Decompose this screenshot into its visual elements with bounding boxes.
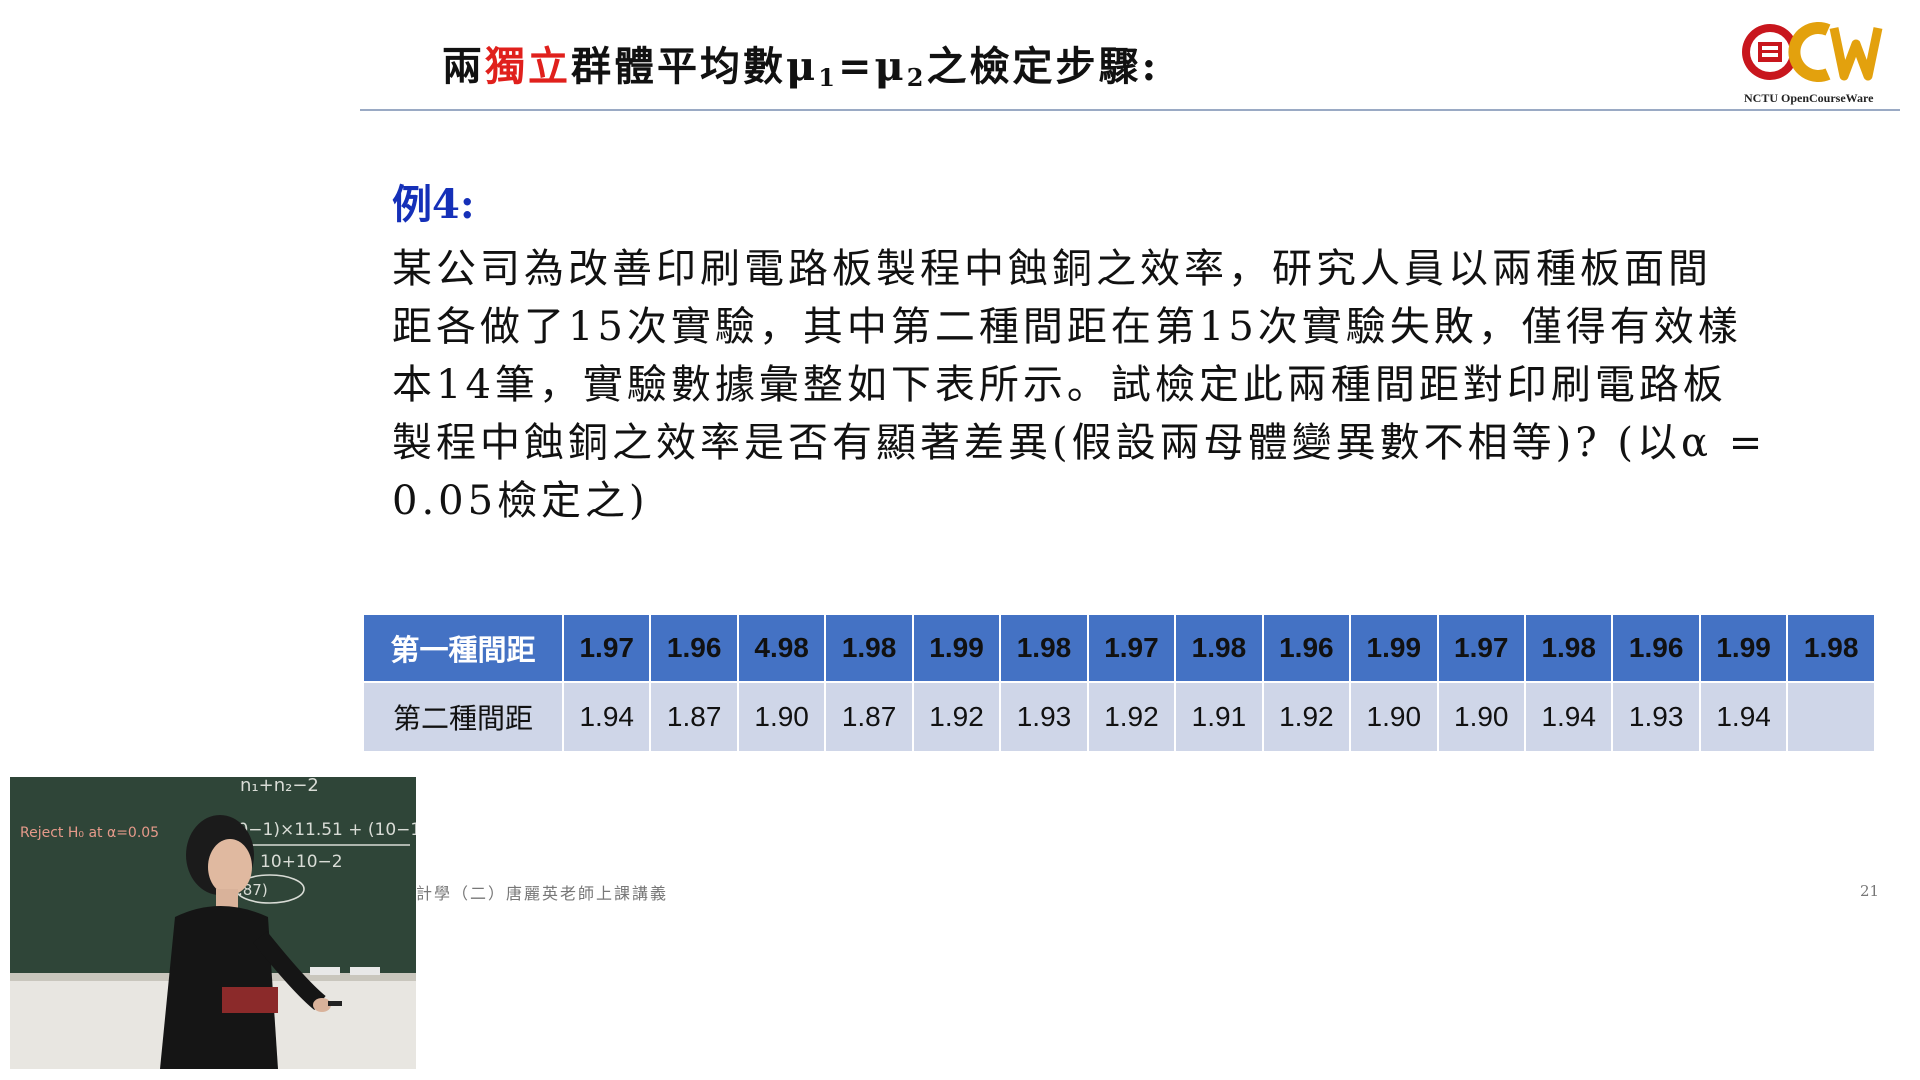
text-line: 0.05檢定之) — [392, 478, 649, 524]
row-label: 第二種間距 — [362, 681, 564, 753]
table-cell: 1.90 — [736, 681, 827, 753]
text-line: 距各做了15次實驗，其中第二種間距在第15次實驗失敗，僅得有效樣 — [392, 304, 1742, 350]
table-cell: 1.90 — [1436, 681, 1526, 753]
lecturer-belt — [222, 987, 278, 1013]
table-cell: 1.96 — [1261, 613, 1352, 683]
row-label: 第一種間距 — [362, 613, 564, 683]
board-text: n₁+n₂−2 — [240, 777, 319, 796]
table-cell: 1.94 — [561, 681, 652, 753]
table-cell: 1.96 — [649, 613, 739, 683]
table-cell: 4.98 — [736, 613, 827, 683]
slide-title: 兩獨立群體平均數μ1=μ2之檢定步驟: — [442, 43, 1160, 92]
table-cell — [1786, 681, 1876, 753]
table-cell: 1.99 — [1349, 613, 1439, 683]
table-cell: 1.99 — [911, 613, 1002, 683]
problem-text: 某公司為改善印刷電路板製程中蝕銅之效率，研究人員以兩種板面間 距各做了15次實驗… — [392, 240, 1852, 530]
video-frame: n₁+n₂−2 (10−1)×11.51 + (10−1)×10 10+10−2… — [10, 777, 416, 1069]
table-cell: 1.90 — [1349, 681, 1439, 753]
table-cell: 1.92 — [1261, 681, 1352, 753]
table-cell: 1.98 — [999, 613, 1089, 683]
table-cell: 1.99 — [1698, 613, 1789, 683]
table-cell: 1.87 — [649, 681, 739, 753]
table-cell: 1.98 — [1174, 613, 1264, 683]
board-text: 10+10−2 — [260, 852, 343, 872]
table-cell: 1.92 — [911, 681, 1002, 753]
table-cell: 1.94 — [1523, 681, 1614, 753]
text-line: 製程中蝕銅之效率是否有顯著差異(假設兩母體變異數不相等)? (以α = — [392, 420, 1767, 466]
footer-caption: 計學（二）唐麗英老師上課講義 — [416, 884, 669, 903]
table-cell: 1.94 — [1698, 681, 1789, 753]
table-cell: 1.91 — [1174, 681, 1264, 753]
presenter-remote — [328, 1001, 342, 1006]
table-cell: 1.87 — [824, 681, 914, 753]
title-highlight: 獨立 — [485, 43, 571, 90]
table-row-spacing-1: 第一種間距 1.97 1.96 4.98 1.98 1.99 1.98 1.97… — [362, 613, 1876, 683]
table-cell: 1.93 — [999, 681, 1089, 753]
example-label: 例4: — [392, 181, 475, 228]
table-cell: 1.98 — [824, 613, 914, 683]
table-cell: 1.98 — [1523, 613, 1614, 683]
text-line: 某公司為改善印刷電路板製程中蝕銅之效率，研究人員以兩種板面間 — [392, 246, 1712, 292]
text-line: 本14筆，實驗數據彙整如下表所示。試檢定此兩種間距對印刷電路板 — [392, 362, 1727, 408]
title-divider — [360, 109, 1900, 111]
table-cell: 1.93 — [1611, 681, 1701, 753]
page-number: 21 — [1860, 882, 1880, 900]
table-row-spacing-2: 第二種間距 1.94 1.87 1.90 1.87 1.92 1.93 1.92… — [362, 681, 1876, 753]
lecturer-video: n₁+n₂−2 (10−1)×11.51 + (10−1)×10 10+10−2… — [10, 777, 416, 1069]
table-cell: 1.98 — [1786, 613, 1876, 683]
table-cell: 1.97 — [1436, 613, 1526, 683]
nctu-ocw-logo: NCTU OpenCourseWare — [1742, 22, 1883, 105]
table-cell: 1.97 — [1086, 613, 1177, 683]
data-table: 第一種間距 1.97 1.96 4.98 1.98 1.99 1.98 1.97… — [362, 613, 1876, 753]
table-cell: 1.92 — [1086, 681, 1177, 753]
logo-text: NCTU OpenCourseWare — [1744, 91, 1874, 105]
table-cell: 1.96 — [1611, 613, 1701, 683]
table-cell: 1.97 — [561, 613, 652, 683]
lecturer-face — [208, 839, 252, 895]
board-text: Reject H₀ at α=0.05 — [20, 825, 159, 841]
